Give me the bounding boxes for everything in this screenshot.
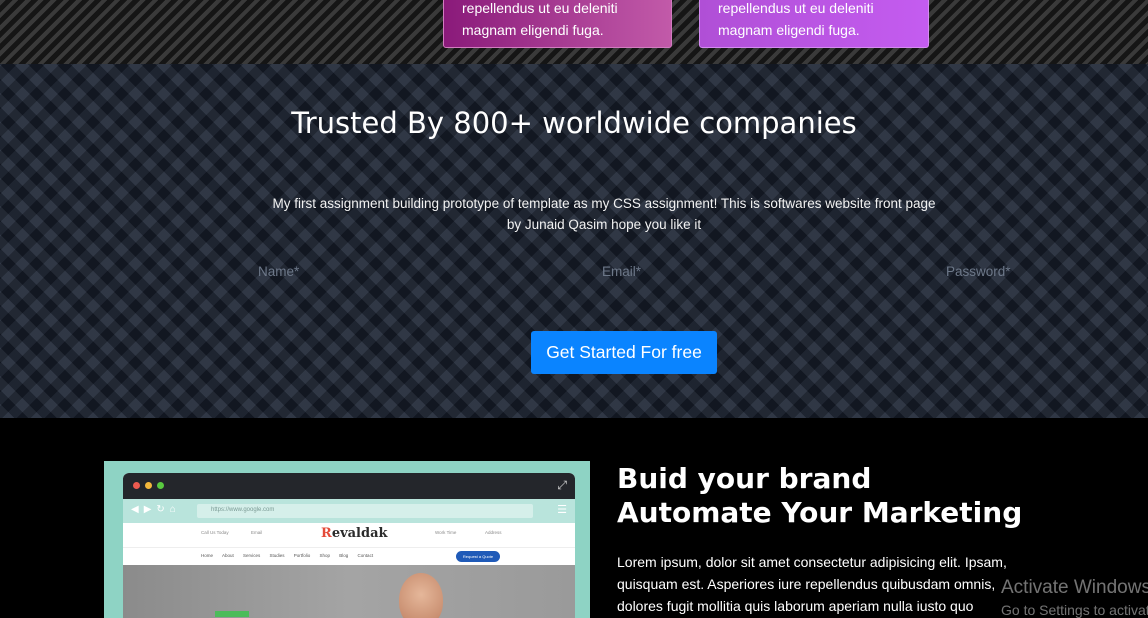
signup-section: Trusted By 800+ worldwide companies My f…	[0, 64, 1148, 418]
page: repellendus ut eu deleniti magnam eligen…	[0, 0, 1148, 618]
activate-windows-watermark: Activate Windows Go to Settings to activ…	[1001, 577, 1148, 618]
name-input[interactable]	[258, 264, 458, 279]
person-photo	[399, 573, 443, 618]
mockup-hero-photo	[123, 565, 575, 618]
features-strip: repellendus ut eu deleniti magnam eligen…	[0, 0, 1148, 64]
brand-heading-line: Automate Your Marketing	[617, 496, 1023, 529]
mockup-info: Email	[251, 530, 263, 535]
browser-titlebar: ⤢	[123, 473, 575, 499]
feature-card-text-line: magnam eligendi fuga.	[718, 22, 860, 38]
feature-card: repellendus ut eu deleniti magnam eligen…	[699, 0, 929, 48]
browser-toolbar: ◀▶↻⌂ https://www.google.com ☰	[123, 499, 575, 523]
get-started-button[interactable]: Get Started For free	[531, 331, 717, 374]
url-bar: https://www.google.com	[197, 504, 533, 518]
logo-initial: R	[321, 526, 332, 541]
description-line: by Junaid Qasim hope you like it	[506, 217, 702, 232]
mockup-site-nav: Home About Services Studies Portfolio Sh…	[123, 547, 575, 565]
feature-card: repellendus ut eu deleniti magnam eligen…	[443, 0, 672, 48]
section-description: My first assignment building prototype o…	[245, 193, 963, 235]
mockup-info: Address	[485, 530, 502, 535]
menu-icon: ☰	[557, 504, 567, 516]
brand-paragraph-line: Lorem ipsum, dolor sit amet consectetur …	[617, 554, 1007, 570]
brand-paragraph-line: quisquam est. Asperiores iure repellendu…	[617, 576, 996, 592]
browser-window: ⤢ ◀▶↻⌂ https://www.google.com ☰ Call Us …	[123, 473, 575, 618]
expand-icon: ⤢	[557, 478, 567, 492]
mockup-nav-links: Home About Services Studies Portfolio Sh…	[201, 553, 374, 558]
email-input[interactable]	[602, 264, 802, 279]
logo-text: evaldak	[331, 526, 388, 541]
brand-heading: Buid your brand Automate Your Marketing	[617, 462, 1022, 530]
mockup-quote-button: Request a Quote	[456, 551, 500, 562]
feature-card-text-line: magnam eligendi fuga.	[462, 22, 604, 38]
watermark-title: Activate Windows	[1001, 577, 1148, 598]
brand-heading-line: Buid your brand	[617, 462, 872, 495]
feature-card-text-line: repellendus ut eu deleniti	[718, 0, 874, 16]
mockup-info: Call Us Today	[201, 530, 229, 535]
minimize-dot-icon	[145, 482, 152, 489]
description-line: My first assignment building prototype o…	[272, 196, 936, 211]
brand-section: ⤢ ◀▶↻⌂ https://www.google.com ☰ Call Us …	[0, 418, 1148, 618]
mockup-site-header: Call Us Today Email Revaldak Work Time A…	[123, 523, 575, 547]
mockup-green-tag	[215, 611, 249, 617]
maximize-dot-icon	[157, 482, 164, 489]
mockup-logo: Revaldak	[321, 526, 388, 541]
mockup-info: Work Time	[435, 530, 457, 535]
browser-nav-icons: ◀▶↻⌂	[131, 504, 181, 515]
password-input[interactable]	[946, 264, 1136, 279]
section-title: Trusted By 800+ worldwide companies	[291, 106, 857, 140]
feature-card-text-line: repellendus ut eu deleniti	[462, 0, 618, 16]
brand-paragraph: Lorem ipsum, dolor sit amet consectetur …	[617, 551, 1037, 617]
watermark-subtitle: Go to Settings to activate Windows.	[1001, 602, 1148, 618]
brand-paragraph-line: dolores fugit mollitia quis laborum aper…	[617, 598, 974, 614]
website-mockup-image: ⤢ ◀▶↻⌂ https://www.google.com ☰ Call Us …	[104, 461, 590, 618]
close-dot-icon	[133, 482, 140, 489]
